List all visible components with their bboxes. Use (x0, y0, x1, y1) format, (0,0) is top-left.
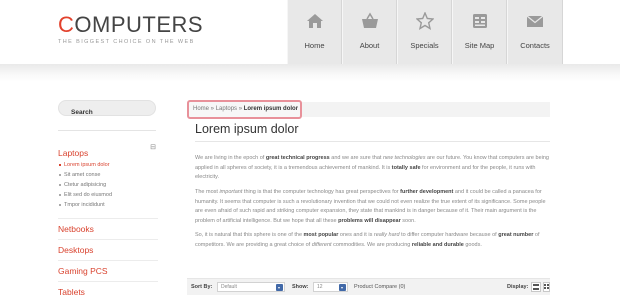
text: ones and it is (338, 232, 374, 238)
bold-text: problems will disappear (338, 217, 401, 224)
breadcrumb-separator: » (237, 106, 244, 112)
logo[interactable]: COMPUTERS THE BIGGEST CHOICE ON THE WEB (58, 14, 203, 46)
product-compare-link[interactable]: Product Compare (0) (354, 284, 405, 290)
page: COMPUTERS THE BIGGEST CHOICE ON THE WEB … (0, 0, 620, 301)
home-icon (306, 14, 323, 28)
text: thing is that the computer technology ha… (242, 189, 401, 195)
category-link-desktops[interactable]: Desktops (58, 239, 158, 260)
text: commodities. We are producing (331, 241, 412, 248)
sort-value: Default (221, 284, 237, 290)
text: and we are sure that (329, 155, 383, 161)
category-link-netbooks[interactable]: Netbooks (58, 218, 158, 239)
subcategory-item[interactable]: Lorem ipsum dolor (58, 160, 158, 170)
paragraph-2: The most important thing is that the com… (195, 188, 550, 226)
subcategory-item[interactable]: Elit sed do eiusmod (58, 190, 158, 200)
italic-text: different (311, 241, 332, 248)
show-label: Show: (292, 284, 309, 290)
nav-label-sitemap: Site Map (464, 41, 495, 50)
italic-text: really hard (373, 232, 400, 238)
bold-text: great technical progress (265, 155, 330, 161)
show-select[interactable]: 12 (313, 282, 348, 292)
header-shadow (0, 64, 620, 82)
logo-first-letter: C (58, 12, 75, 37)
envelope-icon (526, 15, 544, 27)
logo-text: COMPUTERS (58, 14, 203, 36)
display-label: Display: (507, 284, 529, 290)
chevron-down-icon (276, 284, 283, 291)
text: to differ computer hardware because of (399, 232, 499, 238)
breadcrumb-separator: » (209, 106, 216, 112)
breadcrumb-bar (302, 102, 550, 117)
breadcrumb-current: Lorem ipsum dolor (243, 106, 299, 112)
header: COMPUTERS THE BIGGEST CHOICE ON THE WEB … (0, 0, 620, 64)
title-divider (195, 141, 550, 142)
nav-label-specials: Specials (410, 41, 439, 50)
logo-tagline: THE BIGGEST CHOICE ON THE WEB (58, 39, 195, 45)
subcategory-list: Lorem ipsum dolor Sit amet conse Ctetur … (58, 160, 158, 210)
bold-text: totally safe (391, 164, 421, 171)
sort-select[interactable]: Default (217, 282, 285, 292)
product-toolbar: Sort By: Default Show: 12 Product Compar… (187, 278, 550, 295)
sidebar-divider (58, 130, 156, 131)
subcategory-item[interactable]: Tmpor incididunt (58, 200, 158, 210)
nav-label-contacts: Contacts (520, 41, 550, 50)
main-nav: Home About Specials Site Map Contacts (287, 0, 563, 64)
text: So, it is natural that this sphere is on… (195, 232, 304, 238)
nav-item-specials[interactable]: Specials (397, 0, 452, 64)
italic-text: new technologies (382, 155, 426, 161)
text: The most (195, 189, 220, 195)
subcategory-item[interactable]: Sit amet conse (58, 170, 158, 180)
search-input[interactable] (59, 105, 155, 120)
bold-text: great number (498, 232, 534, 238)
nav-item-about[interactable]: About (342, 0, 397, 64)
category-link-tablets[interactable]: Tablets (58, 281, 158, 301)
list-view-icon[interactable] (531, 282, 541, 292)
sitemap-icon (472, 14, 487, 28)
subcategory-item[interactable]: Ctetur adipisicing (58, 180, 158, 190)
logo-rest: OMPUTERS (74, 12, 204, 37)
bold-text: further development (400, 189, 454, 195)
collapse-icon[interactable]: ⊟ (150, 144, 156, 151)
text: soon. (400, 217, 416, 224)
bold-text: reliable and durable (411, 241, 464, 248)
bold-text: most popular (303, 232, 339, 238)
page-title: Lorem ipsum dolor (195, 122, 299, 136)
nav-item-contacts[interactable]: Contacts (507, 0, 563, 64)
paragraph-1: We are living in the epoch of great tech… (195, 154, 550, 183)
text: goods. (463, 241, 482, 248)
breadcrumb-home[interactable]: Home (193, 106, 209, 112)
search-box (58, 100, 156, 120)
nav-label-about: About (359, 41, 380, 50)
paragraph-3: So, it is natural that this sphere is on… (195, 231, 550, 250)
category-title-laptops: Laptops (58, 148, 89, 158)
text: We are living in the epoch of (195, 155, 266, 161)
sidebar: Laptops ⊟ Lorem ipsum dolor Sit amet con… (58, 100, 158, 301)
sort-label: Sort By: (191, 284, 213, 290)
star-icon (415, 12, 434, 30)
nav-item-sitemap[interactable]: Site Map (452, 0, 507, 64)
nav-label-home: Home (304, 41, 325, 50)
category-link-gaming-pcs[interactable]: Gaming PCS (58, 260, 158, 281)
breadcrumb-laptops[interactable]: Laptops (216, 106, 237, 112)
show-value: 12 (317, 284, 323, 290)
italic-text: important (219, 189, 243, 195)
chevron-down-icon (339, 284, 346, 291)
breadcrumb: Home » Laptops » Lorem ipsum dolor (187, 100, 302, 119)
nav-item-home[interactable]: Home (287, 0, 342, 64)
category-header-laptops[interactable]: Laptops ⊟ (58, 143, 158, 158)
basket-icon (361, 12, 378, 28)
grid-view-icon[interactable] (543, 282, 550, 292)
